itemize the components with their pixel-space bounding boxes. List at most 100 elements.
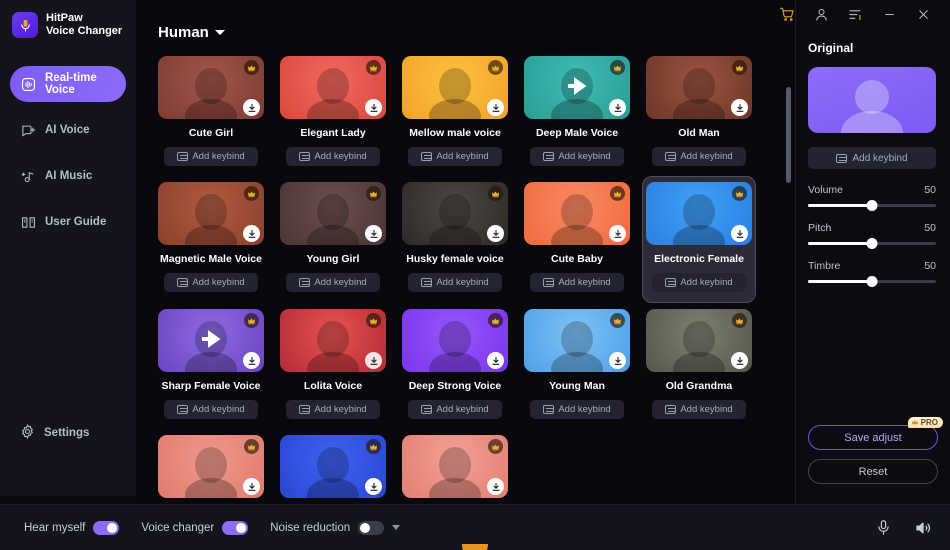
voice-card[interactable]: Magnetic Male Voice Add keybind: [154, 176, 268, 303]
voice-card[interactable]: Deep Male Voice Add keybind: [520, 50, 634, 176]
add-keybind-button[interactable]: Add keybind: [286, 400, 380, 419]
download-icon[interactable]: [243, 352, 260, 369]
voice-card[interactable]: Sharp Female Voice Add keybind: [154, 303, 268, 429]
noise-reduction-chevron-down-icon[interactable]: [392, 525, 401, 530]
download-icon[interactable]: [487, 352, 504, 369]
hear-myself-toggle[interactable]: [93, 520, 120, 535]
voice-thumbnail: [280, 309, 386, 372]
voice-card-title: Cute Girl: [188, 127, 234, 139]
add-keybind-button[interactable]: Add keybind: [164, 400, 258, 419]
voice-card[interactable]: Young Man Add keybind: [520, 303, 634, 429]
voice-card[interactable]: [276, 429, 390, 498]
keyboard-icon: [543, 405, 555, 414]
voice-thumbnail: [524, 56, 630, 119]
speaker-icon[interactable]: [914, 519, 932, 537]
download-icon[interactable]: [609, 352, 626, 369]
voice-card[interactable]: [398, 429, 512, 498]
pro-crown-icon: [732, 186, 747, 201]
add-keybind-button[interactable]: Add keybind: [408, 273, 502, 292]
voice-card[interactable]: Husky female voice Add keybind: [398, 176, 512, 303]
save-adjust-button[interactable]: Save adjust PRO: [808, 417, 943, 450]
noise-reduction-item: Noise reduction: [270, 520, 401, 535]
add-keybind-button[interactable]: Add keybind: [652, 273, 746, 292]
noise-reduction-toggle[interactable]: [358, 520, 385, 535]
sidebar-item-ai-voice[interactable]: AI Voice: [10, 112, 126, 148]
download-icon[interactable]: [243, 99, 260, 116]
sidebar-item-user-guide[interactable]: User Guide: [10, 204, 126, 240]
pro-crown-icon: [488, 313, 503, 328]
voice-card[interactable]: Electronic Female Add keybind: [642, 176, 756, 303]
download-icon[interactable]: [365, 352, 382, 369]
microphone-icon[interactable]: [875, 519, 892, 536]
download-icon[interactable]: [243, 225, 260, 242]
add-keybind-button[interactable]: Add keybind: [408, 147, 502, 166]
scrollbar-track[interactable]: [786, 50, 791, 496]
avatar-head: [855, 80, 889, 114]
add-keybind-button[interactable]: Add keybind: [286, 273, 380, 292]
menu-icon[interactable]: [838, 1, 872, 27]
voice-thumbnail: [402, 182, 508, 245]
add-keybind-button[interactable]: Add keybind: [652, 400, 746, 419]
voice-card-title: Husky female voice: [406, 253, 504, 265]
chevron-down-icon: [214, 30, 225, 35]
scrollbar-thumb[interactable]: [786, 87, 791, 183]
voice-changer-toggle[interactable]: [222, 520, 249, 535]
pro-badge: PRO: [907, 417, 943, 428]
voice-card[interactable]: Deep Strong Voice Add keybind: [398, 303, 512, 429]
voice-card[interactable]: Old Man Add keybind: [642, 50, 756, 176]
pitch-slider[interactable]: [808, 238, 936, 249]
download-icon[interactable]: [365, 99, 382, 116]
timbre-slider-knob[interactable]: [866, 276, 878, 287]
minimize-icon[interactable]: [872, 1, 906, 27]
download-icon[interactable]: [609, 225, 626, 242]
volume-slider-knob[interactable]: [866, 200, 878, 211]
download-icon[interactable]: [731, 225, 748, 242]
voice-card[interactable]: Cute Girl Add keybind: [154, 50, 268, 176]
volume-slider[interactable]: [808, 200, 936, 211]
keyboard-icon: [421, 278, 433, 287]
add-keybind-button[interactable]: Add keybind: [652, 147, 746, 166]
settings-label: Settings: [44, 427, 90, 439]
voice-card[interactable]: Cute Baby Add keybind: [520, 176, 634, 303]
voice-card[interactable]: Old Grandma Add keybind: [642, 303, 756, 429]
add-keybind-button[interactable]: Add keybind: [164, 273, 258, 292]
reset-button[interactable]: Reset: [808, 459, 938, 484]
add-keybind-button[interactable]: Add keybind: [286, 147, 380, 166]
add-keybind-button[interactable]: Add keybind: [408, 400, 502, 419]
close-icon[interactable]: [906, 1, 940, 27]
add-keybind-button[interactable]: Add keybind: [530, 400, 624, 419]
download-icon[interactable]: [487, 478, 504, 495]
download-icon[interactable]: [731, 99, 748, 116]
sidebar-item-settings[interactable]: Settings: [10, 418, 126, 448]
sidebar-item-real-time-voice[interactable]: Real-time Voice: [10, 66, 126, 102]
account-icon[interactable]: [804, 1, 838, 27]
sidebar-item-ai-music[interactable]: AI Music: [10, 158, 126, 194]
download-icon[interactable]: [487, 225, 504, 242]
pitch-slider-knob[interactable]: [866, 238, 878, 249]
voice-card[interactable]: Elegant Lady Add keybind: [276, 50, 390, 176]
add-keybind-button[interactable]: Add keybind: [530, 273, 624, 292]
add-keybind-button[interactable]: Add keybind: [530, 147, 624, 166]
voice-card[interactable]: [154, 429, 268, 498]
download-icon[interactable]: [365, 478, 382, 495]
volume-value: 50: [924, 184, 936, 196]
timbre-slider[interactable]: [808, 276, 936, 287]
voice-card[interactable]: Lolita Voice Add keybind: [276, 303, 390, 429]
panel-add-keybind-button[interactable]: Add keybind: [808, 147, 936, 169]
ai-voice-icon: [20, 122, 36, 138]
add-keybind-button[interactable]: Add keybind: [164, 147, 258, 166]
voice-card[interactable]: Mellow male voice Add keybind: [398, 50, 512, 176]
keyboard-icon: [421, 405, 433, 414]
pro-crown-icon: [732, 60, 747, 75]
cart-icon[interactable]: [770, 1, 804, 27]
download-icon[interactable]: [243, 478, 260, 495]
sidebar-item-label: Real-time Voice: [45, 72, 97, 96]
download-icon[interactable]: [487, 99, 504, 116]
voice-card[interactable]: Young Girl Add keybind: [276, 176, 390, 303]
download-icon[interactable]: [609, 99, 626, 116]
download-icon[interactable]: [731, 352, 748, 369]
footer-handle[interactable]: [462, 544, 488, 550]
pro-crown-icon: [488, 60, 503, 75]
download-icon[interactable]: [365, 225, 382, 242]
add-keybind-label: Add keybind: [314, 404, 367, 415]
